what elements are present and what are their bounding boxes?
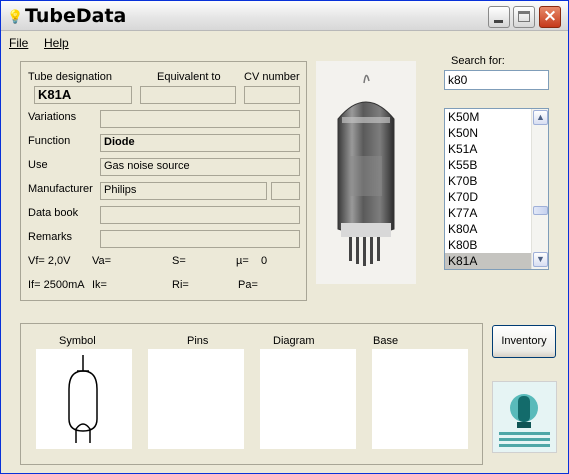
pins-panel: [148, 349, 244, 449]
list-item[interactable]: K81A: [445, 253, 531, 269]
function-field[interactable]: Diode: [100, 134, 300, 152]
lightbulb-icon: 💡: [7, 9, 24, 24]
menu-file[interactable]: File: [9, 36, 28, 50]
search-input[interactable]: k80: [444, 70, 549, 90]
variations-label: Variations: [28, 111, 77, 123]
title-bar[interactable]: 💡 TubeData ×: [1, 1, 568, 31]
list-item[interactable]: K51A: [445, 141, 531, 157]
chevron-down-icon[interactable]: ▼: [533, 252, 548, 267]
window-title: TubeData: [25, 5, 127, 27]
function-label: Function: [28, 135, 71, 147]
list-item[interactable]: K55B: [445, 157, 531, 173]
search-label: Search for:: [451, 55, 505, 67]
app-logo: [492, 381, 557, 453]
menu-bar: File Help: [1, 32, 568, 52]
cv-label: CV number: [244, 71, 300, 83]
list-item[interactable]: K80B: [445, 237, 531, 253]
inventory-button[interactable]: Inventory: [492, 325, 556, 358]
maximize-icon: [518, 11, 530, 22]
tube-list-items: K50M K50N K51A K55B K70B K70D K77A K80A K80B K81A: [445, 109, 531, 269]
close-icon: ×: [542, 6, 558, 26]
list-item[interactable]: K70B: [445, 173, 531, 189]
manufacturer-code-field[interactable]: [271, 182, 300, 200]
mu-label: µ=: [236, 255, 249, 267]
use-field[interactable]: Gas noise source: [100, 158, 300, 176]
list-item[interactable]: K77A: [445, 205, 531, 221]
use-label: Use: [28, 159, 48, 171]
ri-value: Ri=: [172, 279, 189, 291]
symbol-label: Symbol: [59, 335, 96, 347]
close-button[interactable]: ×: [539, 6, 561, 28]
diagram-label: Diagram: [273, 335, 315, 347]
s-value: S=: [172, 255, 186, 267]
databook-field[interactable]: [100, 206, 300, 224]
diagram-panel: [260, 349, 356, 449]
designation-field[interactable]: K81A: [34, 86, 132, 104]
equivalent-label: Equivalent to: [157, 71, 221, 83]
va-value: Va=: [92, 255, 112, 267]
remarks-label: Remarks: [28, 231, 73, 243]
menu-help[interactable]: Help: [44, 36, 69, 50]
list-item[interactable]: K80A: [445, 221, 531, 237]
tube-photo: [316, 61, 416, 284]
list-item[interactable]: K50N: [445, 125, 531, 141]
minimize-icon: [494, 20, 503, 23]
scrollbar-thumb[interactable]: [533, 206, 548, 215]
base-label: Base: [373, 335, 399, 347]
equivalent-field[interactable]: [140, 86, 236, 104]
if-value: If= 2500mA: [28, 279, 85, 291]
maximize-button[interactable]: [513, 6, 535, 28]
list-item[interactable]: K50M: [445, 109, 531, 125]
app-window: 💡 TubeData × File Help Tube designation …: [0, 0, 569, 474]
chevron-up-icon[interactable]: ▲: [533, 110, 548, 125]
symbol-panel: [36, 349, 132, 449]
designation-label: Tube designation: [28, 71, 112, 83]
remarks-field[interactable]: [100, 230, 300, 248]
base-panel: [372, 349, 468, 449]
manufacturer-field[interactable]: Philips: [100, 182, 267, 200]
variations-field[interactable]: [100, 110, 300, 128]
ik-value: Ik=: [92, 279, 107, 291]
manufacturer-label: Manufacturer: [28, 183, 93, 195]
tube-list[interactable]: K50M K50N K51A K55B K70B K70D K77A K80A K80B K81A…: [444, 108, 549, 270]
list-scrollbar[interactable]: ▲ ▼: [531, 109, 548, 269]
list-item[interactable]: K70D: [445, 189, 531, 205]
vf-value: Vf= 2,0V: [28, 255, 71, 267]
minimize-button[interactable]: [488, 6, 510, 28]
databook-label: Data book: [28, 207, 79, 219]
diode-symbol: [68, 355, 98, 443]
mu-value: 0: [261, 255, 268, 267]
cv-field[interactable]: [244, 86, 300, 104]
pa-value: Pa=: [238, 279, 258, 291]
pins-label: Pins: [187, 335, 209, 347]
